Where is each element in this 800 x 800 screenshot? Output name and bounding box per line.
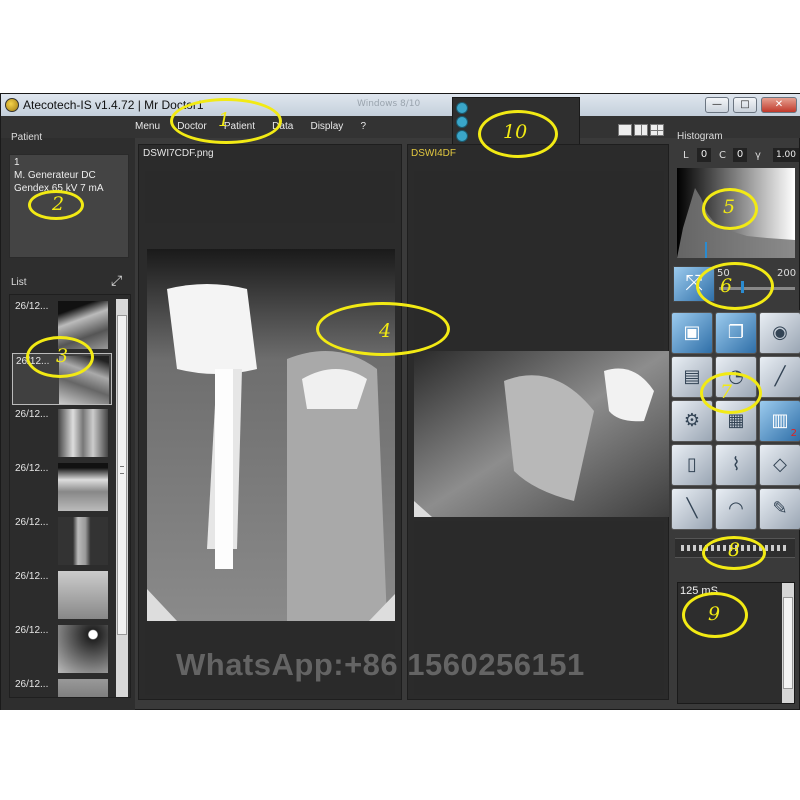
histogram-gamma-label: γ	[755, 150, 761, 161]
scroll-grip-icon	[120, 466, 124, 474]
tool-badge: 2	[790, 428, 797, 439]
patient-id: 1	[14, 157, 20, 168]
xray-thumbnail	[58, 571, 108, 619]
protractor-tool-icon[interactable]: ◠	[715, 488, 757, 530]
dental-xray-right	[414, 351, 670, 517]
tool-dot-1-icon[interactable]	[456, 102, 468, 114]
viewer-empty-area	[414, 171, 664, 351]
info-scrollbar[interactable]	[782, 583, 794, 703]
tool-dot-2-icon[interactable]	[456, 116, 468, 128]
tool-palette: ▣ ❐ ◉ ▤ ◔ ╱ ⚙ ▦ ▥ 2 ▯ ⌇ ◇ ╲ ◠ ✎	[669, 310, 800, 530]
zoom-fit-tool-icon[interactable]: ▣	[671, 312, 713, 354]
xray-thumbnail	[58, 517, 108, 565]
list-item[interactable]: 26/12...	[12, 569, 112, 621]
window-copy-tool-icon[interactable]: ❐	[715, 312, 757, 354]
tool-dot-3-icon[interactable]	[456, 130, 468, 142]
probe-tool-icon[interactable]: ╱	[759, 356, 800, 398]
xray-thumbnail	[58, 409, 108, 457]
annotation-label-4: 4	[379, 320, 392, 342]
xray-thumbnail	[58, 679, 108, 697]
watermark-text: WhatsApp:+86 15602561​51	[176, 647, 585, 682]
annotation-label-8: 8	[728, 539, 741, 561]
patient-panel-title: Patient	[11, 132, 43, 143]
app-logo-icon	[5, 98, 19, 112]
info-scrollbar-thumb[interactable]	[783, 597, 793, 689]
xray-thumbnail	[58, 625, 108, 673]
annotation-label-7: 7	[720, 381, 733, 403]
annotation-label-3: 3	[56, 345, 69, 367]
list-item-date: 26/12...	[15, 463, 49, 474]
list-panel-title: List	[11, 277, 27, 288]
layout-divider	[651, 130, 663, 131]
layout-double-icon[interactable]	[634, 124, 648, 136]
measure-line-tool-icon[interactable]: ╲	[671, 488, 713, 530]
menu-item-menu[interactable]: Menu	[135, 121, 160, 132]
left-viewer-filename: DSWI7CDF.png	[143, 148, 214, 159]
viewer-empty-area	[145, 171, 395, 223]
close-button[interactable]: ✕	[761, 97, 797, 113]
list-item-date: 26/12...	[15, 625, 49, 636]
list-scrollbar-thumb[interactable]	[117, 315, 127, 635]
histogram-title: Histogram	[677, 131, 723, 142]
xray-thumbnail	[58, 463, 108, 511]
list-item[interactable]: 26/12...	[12, 515, 112, 567]
grid-tool-icon[interactable]: ◇	[759, 444, 800, 486]
histogram-controls: L 0 C 0 γ 1.00	[673, 146, 799, 166]
left-image-viewer[interactable]: DSWI7CDF.png	[138, 144, 402, 700]
annotation-label-1: 1	[218, 109, 231, 131]
expand-arrows-icon[interactable]: ⤢	[111, 274, 127, 290]
list-item-date: 26/12...	[15, 517, 49, 528]
histogram-c-label: C	[719, 150, 726, 161]
annotation-label-5: 5	[723, 196, 736, 218]
title-bar[interactable]: Atecotech-IS v1.4.72 | Mr Doctor1 Window…	[1, 94, 800, 116]
list-scrollbar[interactable]	[116, 299, 128, 697]
list-item-date: 26/12...	[15, 679, 49, 690]
right-image-viewer[interactable]: DSWI4DF	[407, 144, 670, 700]
list-item[interactable]: 26/12...	[12, 623, 112, 675]
slider-max-label: 200	[777, 268, 797, 279]
list-item-date: 26/12...	[15, 301, 49, 312]
compare-tool-icon[interactable]: ▥ 2	[759, 400, 800, 442]
flashlight-tool-icon[interactable]: ⌇	[715, 444, 757, 486]
annotation-label-6: 6	[720, 275, 733, 297]
list-item[interactable]: 26/12...	[12, 461, 112, 513]
maximize-button[interactable]: □	[733, 97, 757, 113]
camera-tool-icon[interactable]: ▯	[671, 444, 713, 486]
sensor-tool-icon[interactable]: ◉	[759, 312, 800, 354]
pen-tool-icon[interactable]: ✎	[759, 488, 800, 530]
annotation-ellipse-6	[696, 262, 774, 310]
app-window: Atecotech-IS v1.4.72 | Mr Doctor1 Window…	[0, 93, 800, 710]
histogram-l-value[interactable]: 0	[697, 148, 711, 162]
background-window-title: Windows 8/10	[357, 99, 421, 109]
layout-single-icon[interactable]	[618, 124, 632, 136]
annotation-label-2: 2	[52, 193, 65, 215]
histogram-l-label: L	[683, 150, 689, 161]
list-item-date: 26/12...	[15, 571, 49, 582]
annotation-label-10: 10	[503, 121, 528, 143]
menu-item-display[interactable]: Display	[310, 121, 343, 132]
annotation-label-9: 9	[708, 603, 721, 625]
list-item[interactable]: 26/12...	[12, 677, 112, 697]
list-item-date: 26/12...	[15, 409, 49, 420]
layout-grid-icon[interactable]	[650, 124, 664, 136]
histogram-gamma-value[interactable]: 1.00	[773, 148, 799, 162]
patient-name: M. Generateur DC	[14, 170, 96, 181]
layout-divider	[641, 125, 642, 135]
minimize-button[interactable]: —	[705, 97, 729, 113]
histogram-c-value[interactable]: 0	[733, 148, 747, 162]
list-item[interactable]: 26/12...	[12, 407, 112, 459]
menu-item-help[interactable]: ?	[360, 121, 366, 132]
right-viewer-filename: DSWI4DF	[411, 148, 456, 159]
